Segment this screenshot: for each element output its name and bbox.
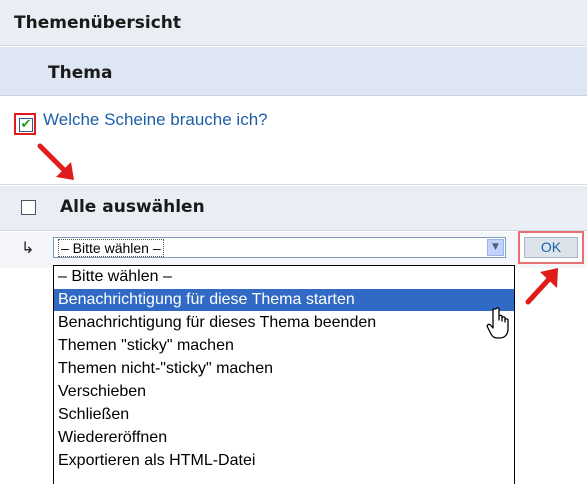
forum-header: Themenübersicht xyxy=(0,0,587,46)
dropdown-option[interactable]: Themen nicht-"sticky" machen xyxy=(54,358,514,380)
dropdown-list: – Bitte wählen – Benachrichtigung für di… xyxy=(53,265,515,484)
highlight-frame-checkbox: ✔ xyxy=(14,113,36,135)
page-title: Themenübersicht xyxy=(14,13,182,33)
dropdown-option[interactable]: Wiedereröffnen xyxy=(54,427,514,449)
red-arrow-icon xyxy=(525,268,558,305)
action-select[interactable]: – Bitte wählen – ▼ xyxy=(53,237,506,258)
highlight-frame-ok: OK xyxy=(518,231,584,264)
ok-button[interactable]: OK xyxy=(524,237,578,258)
red-arrow-icon xyxy=(37,143,74,180)
dropdown-option[interactable]: Verschieben xyxy=(54,381,514,403)
topic-column-header: Thema xyxy=(0,47,587,96)
dropdown-option[interactable]: Exportieren als HTML-Datei xyxy=(54,450,514,472)
checkbox-empty-icon[interactable] xyxy=(21,200,36,215)
dropdown-option[interactable]: Themen "sticky" machen xyxy=(54,335,514,357)
hand-cursor-icon xyxy=(486,307,509,339)
dropdown-chevron-icon[interactable]: ▼ xyxy=(487,239,504,256)
dropdown-option[interactable]: Schließen xyxy=(54,404,514,426)
column-title-thema: Thema xyxy=(48,63,113,83)
sub-arrow-icon: ↳ xyxy=(21,238,35,257)
dropdown-option-selected[interactable]: Benachrichtigung für diese Thema starten xyxy=(54,289,514,311)
dropdown-option[interactable]: Benachrichtigung für dieses Thema beende… xyxy=(54,312,514,334)
checkbox-checked-icon[interactable]: ✔ xyxy=(19,118,33,132)
select-current-value: – Bitte wählen – xyxy=(58,239,164,257)
topic-link[interactable]: Welche Scheine brauche ich? xyxy=(43,110,268,130)
select-all-label[interactable]: Alle auswählen xyxy=(60,197,205,217)
dropdown-option[interactable]: – Bitte wählen – xyxy=(54,266,514,288)
